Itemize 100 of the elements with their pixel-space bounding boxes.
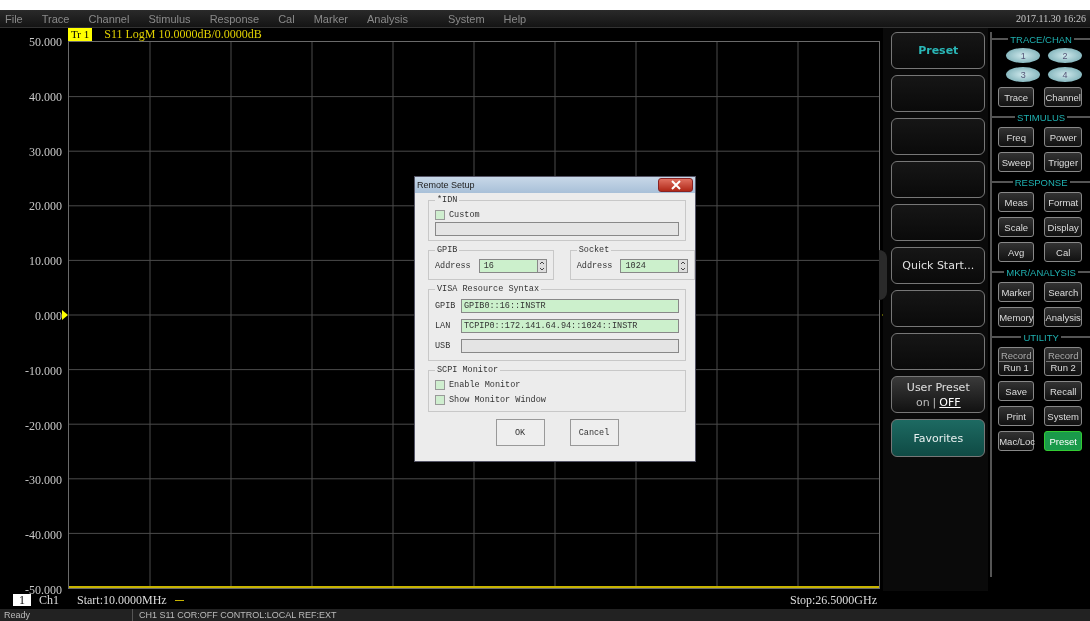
softkey[interactable]	[891, 75, 986, 112]
softkey[interactable]	[891, 333, 986, 370]
field-label: Address	[576, 261, 613, 271]
trace-button[interactable]: 2	[1048, 48, 1082, 63]
toggle-option[interactable]: on	[915, 395, 930, 409]
group-title: GPIB	[436, 245, 459, 255]
checkbox-label: Enable Monitor	[449, 379, 521, 390]
input-field[interactable]	[435, 222, 679, 236]
hardkey[interactable]: Recall	[1044, 381, 1083, 401]
hardkey[interactable]: Search	[1044, 282, 1083, 302]
softkey[interactable]: Favorites	[891, 419, 986, 457]
trace-button[interactable]: 3	[1006, 67, 1041, 82]
spin-arrows-icon[interactable]	[538, 260, 545, 272]
checkbox[interactable]	[435, 394, 445, 405]
menu-item[interactable]: Stimulus	[148, 12, 191, 25]
hardkey[interactable]: Marker	[998, 282, 1035, 302]
hardkey[interactable]: Mac/Loc	[998, 431, 1035, 451]
menu-item[interactable]: Response	[209, 12, 260, 25]
trace-info: S11 LogM 10.0000dB/0.0000dB	[104, 27, 262, 42]
hardkey[interactable]: Freq	[998, 127, 1035, 147]
menu-item[interactable]: Marker	[313, 12, 348, 25]
trace-button[interactable]: 4	[1048, 67, 1082, 82]
menu-item[interactable]: Analysis	[366, 12, 408, 25]
input-field[interactable]: GPIB0::16::INSTR	[461, 299, 679, 313]
input-field[interactable]: TCPIP0::172.141.64.94::1024::INSTR	[461, 319, 679, 333]
hardkey[interactable]: Cal	[1044, 242, 1083, 262]
menu-item[interactable]: System	[447, 12, 485, 25]
hardkey[interactable]: Analysis	[1044, 307, 1083, 327]
section-title: MKR/ANALYSIS	[1006, 266, 1076, 278]
group-title: SCPI Monitor	[436, 365, 500, 375]
spin-field[interactable]: 1024	[620, 259, 689, 273]
spin-arrows-icon[interactable]	[680, 260, 687, 272]
menu-item[interactable]: Help	[503, 12, 527, 25]
hardkey[interactable]: Format	[1044, 192, 1083, 212]
hardkey[interactable]: Scale	[998, 217, 1035, 237]
group-title: Socket	[577, 245, 611, 255]
trace-tag[interactable]: Tr 1	[68, 28, 93, 41]
hardkey[interactable]: Channel	[1044, 87, 1083, 107]
trace-indicator-icon	[174, 599, 184, 601]
menu-item[interactable]: File	[5, 12, 23, 25]
menu-item[interactable]: Channel	[88, 12, 130, 25]
panel-handle[interactable]	[879, 250, 888, 300]
close-button[interactable]	[658, 178, 693, 192]
group-title: VISA Resource Syntax	[436, 284, 541, 294]
axis-label: 30.000	[29, 144, 62, 160]
axis-label: 50.000	[29, 35, 62, 50]
dialog-button[interactable]: OK	[495, 419, 545, 446]
field-label: GPIB	[435, 301, 453, 311]
softkey[interactable]: Preset	[891, 32, 986, 69]
hardkey[interactable]: Memory	[998, 307, 1035, 327]
checkbox[interactable]	[435, 379, 445, 390]
softkey[interactable]: User Preset on | OFF	[891, 376, 986, 413]
section-title: STIMULUS	[1017, 111, 1066, 123]
trace-button[interactable]: 1	[1006, 48, 1041, 63]
checkbox-label: Show Monitor Window	[449, 394, 546, 405]
axis-label: -30.000	[25, 473, 62, 489]
toggle-option[interactable]: OFF	[939, 395, 961, 409]
field-label: Address	[435, 261, 471, 271]
hardkey[interactable]: Display	[1044, 217, 1083, 237]
axis-label: 40.000	[29, 89, 62, 105]
axis-label: -20.000	[25, 418, 62, 434]
spin-field[interactable]: 16	[478, 259, 547, 273]
hardkey[interactable]: Trigger	[1044, 152, 1083, 172]
axis-label: 10.000	[29, 254, 62, 270]
channel-number[interactable]: 1	[13, 594, 31, 606]
axis-label: -10.000	[25, 363, 62, 379]
reference-marker-icon	[62, 310, 68, 320]
hardkey[interactable]: Record Run 1	[998, 347, 1035, 376]
checkbox[interactable]	[435, 209, 445, 220]
softkey-label: User Preset	[906, 380, 970, 394]
hardkey[interactable]: Print	[998, 406, 1035, 426]
axis-label: -40.000	[25, 528, 62, 544]
hardkey[interactable]: Sweep	[998, 152, 1035, 172]
section-title: UTILITY	[1023, 331, 1059, 343]
menu-item[interactable]: Cal	[278, 12, 295, 25]
dialog-button[interactable]: Cancel	[569, 419, 619, 446]
dialog-title: Remote Setup	[417, 180, 475, 190]
axis-label: 0.000	[35, 309, 62, 324]
close-icon	[670, 180, 681, 190]
axis-label: -50.000	[25, 583, 62, 597]
softkey[interactable]	[891, 118, 986, 155]
hardkey[interactable]: System	[1044, 406, 1083, 426]
group-title: *IDN	[436, 195, 459, 205]
hardkey[interactable]: Record Run 2	[1044, 347, 1083, 376]
hardkey[interactable]: Trace	[998, 87, 1035, 107]
softkey[interactable]	[891, 161, 986, 198]
softkey[interactable]	[891, 204, 986, 241]
separator: |	[932, 395, 937, 409]
softkey[interactable]	[891, 290, 986, 327]
hardkey[interactable]: Preset	[1044, 431, 1083, 451]
hardkey[interactable]: Avg	[998, 242, 1035, 262]
status-text: CH1 S11 COR:OFF CONTROL:LOCAL REF:EXT	[138, 609, 337, 621]
softkey[interactable]: Quick Start...	[891, 247, 986, 284]
hardkey[interactable]: Meas	[998, 192, 1035, 212]
hardkey[interactable]: Save	[998, 381, 1035, 401]
checkbox-label: Custom	[449, 209, 480, 220]
section-title: RESPONSE	[1014, 176, 1068, 188]
hardkey[interactable]: Power	[1044, 127, 1083, 147]
field-label: LAN	[435, 321, 452, 331]
menu-item[interactable]: Trace	[41, 12, 70, 25]
